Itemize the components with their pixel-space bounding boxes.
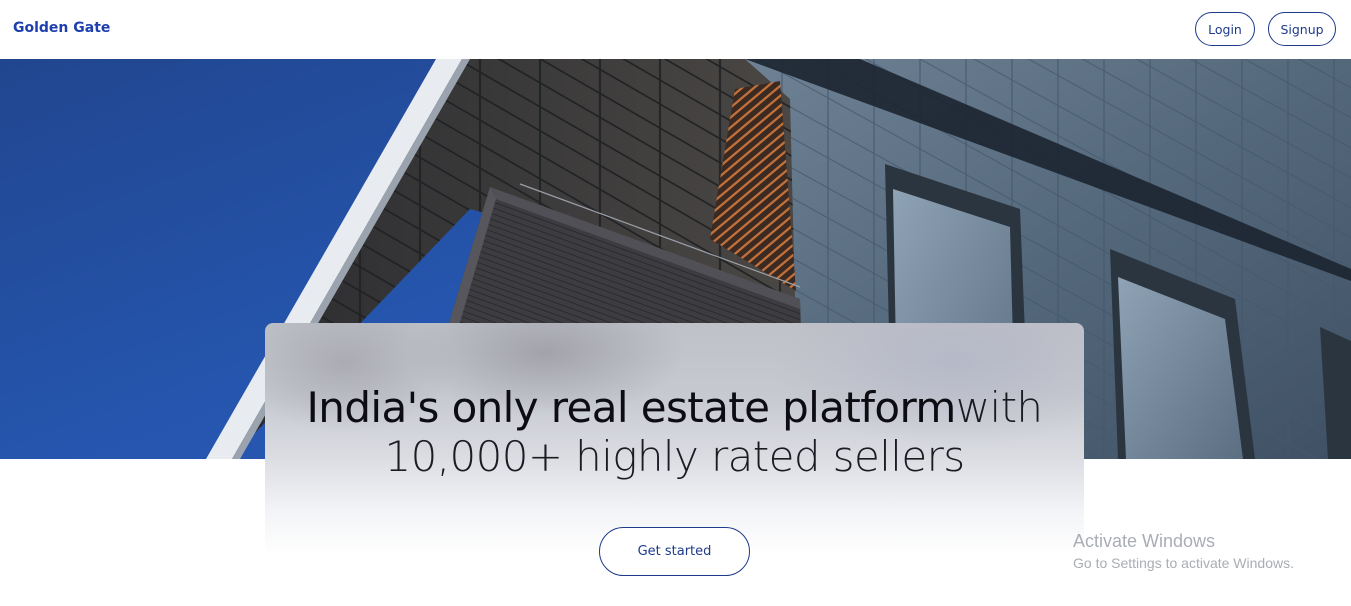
login-button[interactable]: Login [1195,12,1255,46]
activate-windows-watermark: Activate Windows Go to Settings to activ… [1073,530,1294,573]
top-navbar: Golden Gate Login Signup [0,0,1351,59]
headline-strong-text: India's only real estate platform [306,383,957,432]
headline-light-text-1: with [955,383,1043,432]
headline-light-text-2: 10,000+ highly rated sellers [384,432,965,481]
hero-card: India's only real estate platformwith 10… [265,323,1084,606]
signup-button[interactable]: Signup [1268,12,1336,46]
get-started-button[interactable]: Get started [599,527,750,576]
watermark-subtitle: Go to Settings to activate Windows. [1073,555,1294,571]
watermark-title: Activate Windows [1073,531,1216,551]
hero-headline: India's only real estate platformwith 10… [265,383,1084,481]
brand-logo-link[interactable]: Golden Gate [13,20,110,36]
